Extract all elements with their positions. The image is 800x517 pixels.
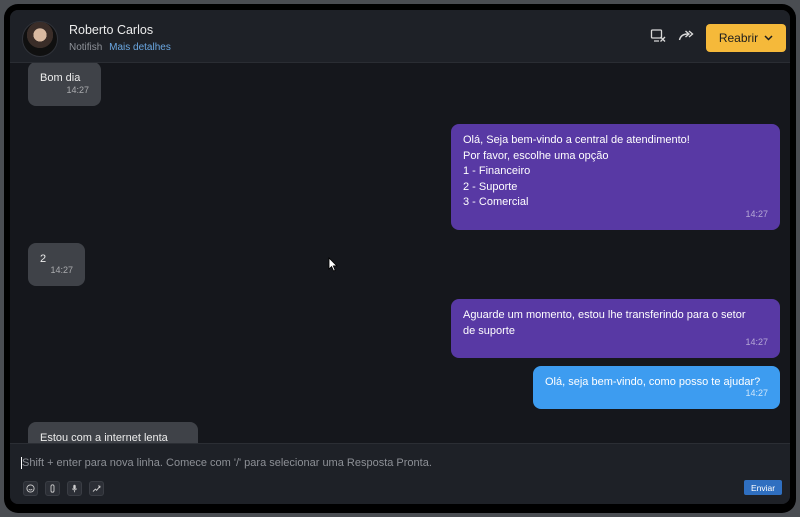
message-bubble-incoming: 2 14:27 <box>28 243 85 286</box>
message-text: Aguarde um momento, estou lhe transferin… <box>463 309 746 337</box>
send-button[interactable]: Enviar <box>744 480 782 495</box>
message-time: 14:27 <box>745 388 768 399</box>
message-composer: Enviar <box>10 443 790 504</box>
message-time: 14:27 <box>745 209 768 220</box>
message-text: Olá, Seja bem-vindo a central de atendim… <box>463 134 690 209</box>
message-bubble-incoming: Bom dia 14:27 <box>28 63 101 106</box>
attach-icon <box>50 484 55 493</box>
microphone-icon <box>71 484 78 493</box>
text-caret <box>21 457 22 469</box>
signature-icon <box>92 485 101 492</box>
reopen-button[interactable]: Reabrir <box>706 24 786 52</box>
chat-window: Roberto Carlos Notifish Mais detalhes Re… <box>10 10 790 504</box>
device-frame: Roberto Carlos Notifish Mais detalhes Re… <box>4 4 796 513</box>
mouse-pointer-icon <box>328 257 338 272</box>
microphone-button[interactable] <box>67 481 82 496</box>
message-bubble-outgoing: Olá, Seja bem-vindo a central de atendim… <box>451 124 780 230</box>
avatar[interactable] <box>22 21 58 57</box>
details-link[interactable]: Mais detalhes <box>109 42 171 53</box>
message-bubble-outgoing: Aguarde um momento, estou lhe transferin… <box>451 299 780 358</box>
chat-header: Roberto Carlos Notifish Mais detalhes Re… <box>10 10 790 63</box>
contact-source: Notifish <box>69 42 103 53</box>
signature-button[interactable] <box>89 481 104 496</box>
emoji-button[interactable] <box>23 481 38 496</box>
message-text: Olá, seja bem-vindo, como posso te ajuda… <box>545 376 761 388</box>
message-list[interactable]: Bom dia 14:27 Olá, Seja bem-vindo a cent… <box>10 63 790 443</box>
message-input[interactable] <box>18 454 726 472</box>
emoji-icon <box>26 484 35 493</box>
chevron-down-icon <box>764 35 773 41</box>
attach-button[interactable] <box>45 481 60 496</box>
message-time: 14:27 <box>66 85 89 96</box>
message-time: 14:27 <box>745 337 768 348</box>
message-text: Estou com a internet lenta <box>40 432 168 443</box>
message-time: 14:27 <box>50 265 73 276</box>
contact-subtitle: Notifish Mais detalhes <box>69 42 171 53</box>
message-bubble-incoming: Estou com a internet lenta <box>28 422 198 443</box>
screen-close-icon[interactable] <box>650 28 666 44</box>
contact-name: Roberto Carlos <box>69 23 154 37</box>
message-bubble-outgoing: Olá, seja bem-vindo, como posso te ajuda… <box>533 366 780 409</box>
reopen-label: Reabrir <box>718 31 759 45</box>
forward-icon[interactable] <box>678 28 694 44</box>
